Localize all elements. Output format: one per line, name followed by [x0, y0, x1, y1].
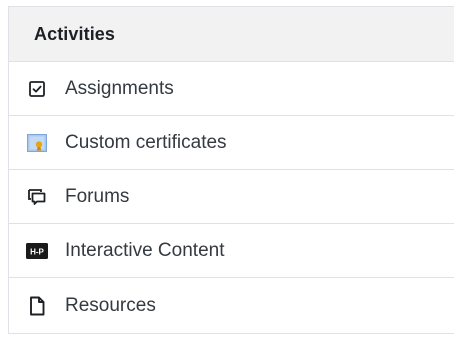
activity-item-label: Custom certificates	[65, 131, 227, 153]
h5p-icon: H-P	[26, 240, 48, 262]
activity-item-label: Interactive Content	[65, 239, 225, 261]
certificate-icon	[26, 132, 48, 154]
activity-item-label: Resources	[65, 294, 156, 316]
activity-item-interactive-content[interactable]: H-P Interactive Content	[9, 224, 454, 278]
document-icon	[26, 295, 48, 317]
activity-item-assignments[interactable]: Assignments	[9, 62, 454, 116]
activity-item-label: Assignments	[65, 77, 174, 99]
activity-item-forums[interactable]: Forums	[9, 170, 454, 224]
activities-block: Activities Assignments Custom certificat…	[8, 6, 454, 334]
block-header: Activities	[9, 7, 454, 62]
svg-text:H-P: H-P	[30, 247, 44, 256]
activity-item-custom-certificates[interactable]: Custom certificates	[9, 116, 454, 170]
checkbox-icon	[26, 78, 48, 100]
activity-item-label: Forums	[65, 185, 130, 207]
activity-item-resources[interactable]: Resources	[9, 278, 454, 333]
forum-icon	[26, 186, 48, 208]
block-title: Activities	[34, 23, 116, 44]
